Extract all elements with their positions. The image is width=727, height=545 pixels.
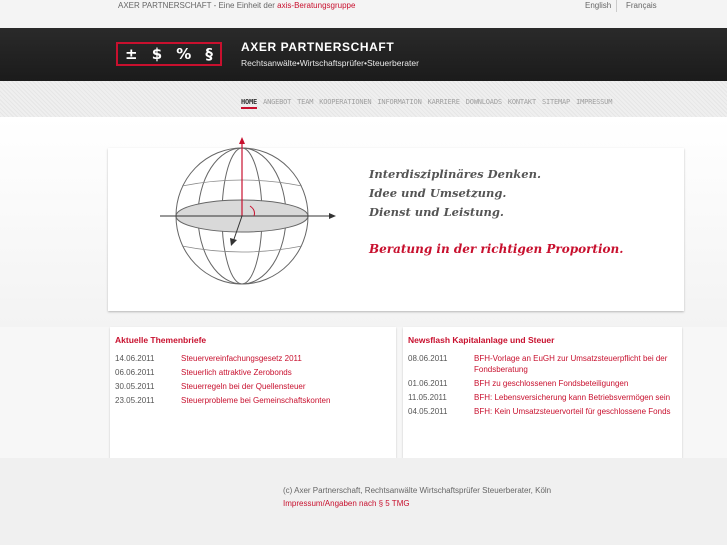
hero-line-1: Interdisziplinäres Denken.	[369, 167, 541, 181]
dollar-symbol: $	[151, 45, 163, 63]
globe-illustration	[160, 137, 336, 285]
item-date: 14.06.2011	[115, 354, 155, 363]
item-link[interactable]: Steuerprobleme bei Gemeinschaftskonten	[181, 395, 330, 406]
copyright: (c) Axer Partnerschaft, Rechtsanwälte Wi…	[283, 486, 552, 495]
nav-downloads[interactable]: DOWNLOADS	[466, 98, 502, 109]
item-link[interactable]: Steuerlich attraktive Zerobonds	[181, 367, 292, 378]
item-link[interactable]: Steuerregeln bei der Quellensteuer	[181, 381, 306, 392]
newsflash-box: Newsflash Kapitalanlage und Steuer 08.06…	[403, 327, 682, 458]
language-divider	[616, 0, 617, 12]
nav-home[interactable]: HOME	[241, 98, 257, 109]
impressum-link[interactable]: Impressum/Angaben nach § 5 TMG	[283, 499, 410, 508]
logo[interactable]: ± $ % §	[116, 42, 222, 66]
site-header: ± $ % § AXER PARTNERSCHAFT Rechtsanwälte…	[0, 28, 727, 81]
list-item: 11.05.2011 BFH: Lebensversicherung kann …	[408, 392, 677, 403]
list-item: 14.06.2011 Steuervereinfachungsgesetz 20…	[115, 353, 391, 364]
item-date: 30.05.2011	[115, 382, 155, 391]
nav-kooperationen[interactable]: KOOPERATIONEN	[319, 98, 371, 109]
item-link[interactable]: BFH zu geschlossenen Fondsbeteiligungen	[474, 378, 628, 389]
nav-sitemap[interactable]: SITEMAP	[542, 98, 570, 109]
themenbriefe-heading: Aktuelle Themenbriefe	[115, 335, 207, 345]
nav-angebot[interactable]: ANGEBOT	[263, 98, 291, 109]
list-item: 23.05.2011 Steuerprobleme bei Gemeinscha…	[115, 395, 391, 406]
nav-kontakt[interactable]: KONTAKT	[508, 98, 536, 109]
item-date: 23.05.2011	[115, 396, 155, 405]
brand-subtitle: Rechtsanwälte•Wirtschaftsprüfer•Steuerbe…	[241, 58, 419, 68]
tagline: AXER PARTNERSCHAFT - Eine Einheit der ax…	[118, 1, 355, 10]
hero-claim: Beratung in der richtigen Proportion.	[369, 242, 624, 256]
item-date: 11.05.2011	[408, 393, 447, 402]
top-bar: AXER PARTNERSCHAFT - Eine Einheit der ax…	[0, 0, 727, 28]
tagline-text: AXER PARTNERSCHAFT - Eine Einheit der	[118, 1, 278, 10]
nav-karriere[interactable]: KARRIERE	[428, 98, 460, 109]
nav-information[interactable]: INFORMATION	[377, 98, 421, 109]
item-link[interactable]: BFH-Vorlage an EuGH zur Umsatzsteuerpfli…	[474, 353, 677, 375]
item-date: 01.06.2011	[408, 379, 448, 388]
list-item: 01.06.2011 BFH zu geschlossenen Fondsbet…	[408, 378, 677, 389]
newsflash-heading: Newsflash Kapitalanlage und Steuer	[408, 335, 555, 345]
hero-line-2: Idee und Umsetzung.	[369, 186, 507, 200]
language-english-link[interactable]: English	[585, 1, 611, 10]
item-link[interactable]: BFH: Lebensversicherung kann Betriebsver…	[474, 392, 670, 403]
percent-symbol: %	[176, 45, 192, 63]
item-date: 06.06.2011	[115, 368, 155, 377]
list-item: 06.06.2011 Steuerlich attraktive Zerobon…	[115, 367, 391, 378]
list-item: 04.05.2011 BFH: Kein Umsatzsteuervorteil…	[408, 406, 677, 417]
item-date: 08.06.2011	[408, 354, 448, 363]
brand-name: AXER PARTNERSCHAFT	[241, 40, 395, 54]
axis-beratungsgruppe-link[interactable]: axis-Beratungsgruppe	[277, 1, 355, 10]
language-french-link[interactable]: Français	[626, 1, 657, 10]
list-item: 30.05.2011 Steuerregeln bei der Quellens…	[115, 381, 391, 392]
item-link[interactable]: BFH: Kein Umsatzsteuervorteil für geschl…	[474, 406, 671, 417]
nav-team[interactable]: TEAM	[297, 98, 313, 109]
nav-impressum[interactable]: IMPRESSUM	[576, 98, 612, 109]
item-link[interactable]: Steuervereinfachungsgesetz 2011	[181, 353, 302, 364]
main-nav: HOME ANGEBOT TEAM KOOPERATIONEN INFORMAT…	[241, 98, 618, 109]
plus-minus-symbol: ±	[125, 45, 138, 63]
paragraph-symbol: §	[205, 45, 213, 63]
themenbriefe-box: Aktuelle Themenbriefe 14.06.2011 Steuerv…	[110, 327, 396, 458]
hero-line-3: Dienst und Leistung.	[369, 205, 504, 219]
item-date: 04.05.2011	[408, 407, 448, 416]
list-item: 08.06.2011 BFH-Vorlage an EuGH zur Umsat…	[408, 353, 677, 375]
